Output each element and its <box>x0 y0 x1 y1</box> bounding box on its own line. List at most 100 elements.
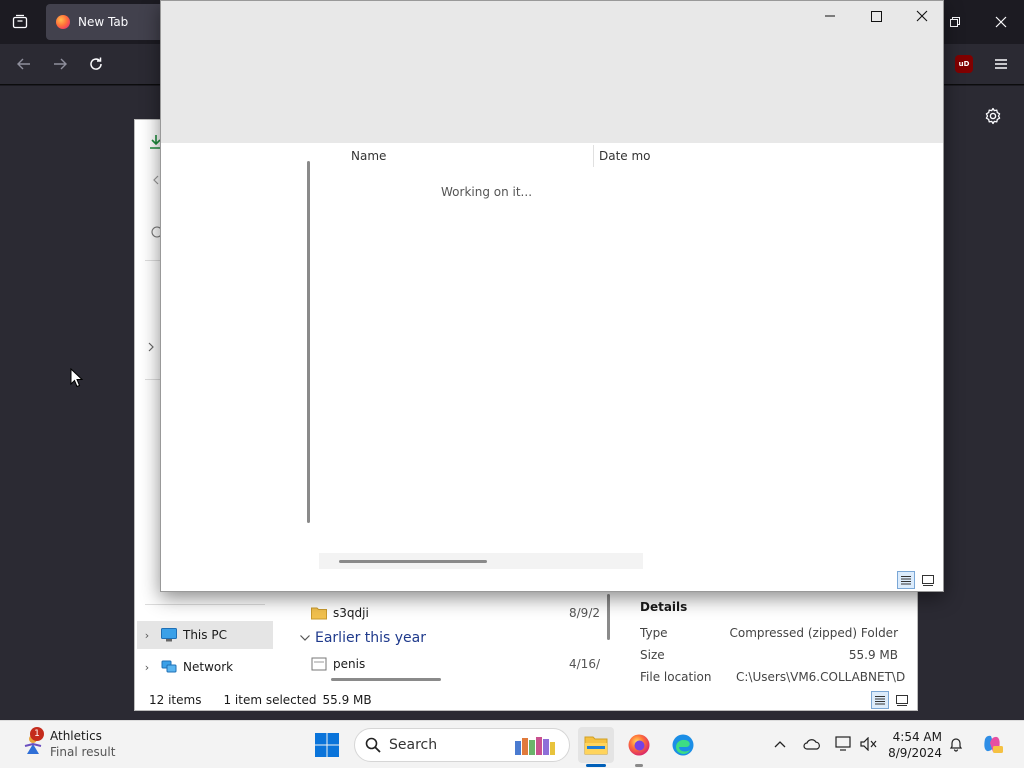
status-selection: 1 item selected <box>223 693 317 707</box>
widget-subtitle: Final result <box>50 745 116 759</box>
back-button[interactable] <box>12 52 36 76</box>
taskbar-firefox[interactable] <box>621 727 657 763</box>
show-hidden-icons-button[interactable] <box>769 733 791 755</box>
computer-icon <box>161 628 177 642</box>
vertical-scrollbar[interactable] <box>607 594 610 640</box>
nav-item-label: Network <box>183 660 234 674</box>
list-view-icon <box>901 576 911 585</box>
dialog-navigation-pane <box>161 143 303 563</box>
horizontal-scrollbar[interactable] <box>331 678 441 681</box>
file-date: 8/9/2 <box>569 606 600 620</box>
chevron-right-icon[interactable]: › <box>137 629 157 642</box>
details-view-button[interactable] <box>897 571 915 589</box>
tiles-view-button[interactable] <box>893 691 911 709</box>
speaker-muted-icon <box>860 737 877 751</box>
start-button[interactable] <box>314 732 340 758</box>
taskbar-search-box[interactable]: Search <box>354 728 570 762</box>
chevron-down-icon <box>300 635 310 641</box>
forward-button[interactable] <box>48 52 72 76</box>
file-name: penis <box>333 657 366 671</box>
dialog-header <box>161 1 943 143</box>
close-button[interactable] <box>899 1 943 31</box>
clock-date: 8/9/2024 <box>888 746 942 760</box>
restore-icon <box>950 17 960 27</box>
new-tab-settings-button[interactable] <box>981 104 1005 128</box>
details-value: C:\Users\VM6.COLLABNET\D <box>736 670 906 684</box>
gear-icon <box>985 107 1001 125</box>
details-row-type: Type Compressed (zipped) Folder <box>640 626 910 648</box>
nav-item-network[interactable]: › Network <box>137 653 273 681</box>
view-buttons <box>871 691 911 709</box>
tab-list-button[interactable] <box>8 10 32 34</box>
taskbar-edge[interactable] <box>665 727 701 763</box>
column-divider[interactable] <box>593 145 594 167</box>
status-size: 55.9 MB <box>322 693 372 707</box>
details-key: Size <box>640 648 665 662</box>
list-view-icon <box>875 696 885 705</box>
volume-button[interactable] <box>858 733 880 755</box>
browser-restore-button[interactable] <box>943 10 967 34</box>
view-buttons <box>897 571 937 589</box>
tile-view-icon <box>922 574 934 586</box>
details-value: 55.9 MB <box>848 648 898 662</box>
list-item[interactable]: penis 4/16/ <box>311 656 601 672</box>
details-row-size: Size 55.9 MB <box>640 648 910 670</box>
network-status-button[interactable] <box>833 733 855 755</box>
reload-button[interactable] <box>84 52 108 76</box>
close-icon <box>995 16 1007 28</box>
widgets-button[interactable]: 1 Athletics Final result <box>20 727 150 763</box>
copilot-button[interactable] <box>980 733 1004 755</box>
list-item[interactable]: s3qdji 8/9/2 <box>311 602 601 624</box>
scrollbar-thumb[interactable] <box>339 560 487 563</box>
clock[interactable]: 4:54 AM 8/9/2024 <box>886 729 942 761</box>
edge-icon <box>672 734 694 756</box>
file-date: 4/16/ <box>569 657 600 671</box>
details-pane: Details Type Compressed (zipped) Folder … <box>640 600 910 690</box>
minimize-icon <box>825 15 835 17</box>
tiles-view-button[interactable] <box>919 571 937 589</box>
search-highlight-icon <box>515 737 555 755</box>
notifications-button[interactable] <box>945 733 967 755</box>
file-list: s3qdji 8/9/2 Earlier this year penis 4/1… <box>291 594 610 688</box>
widget-title: Athletics <box>50 729 102 743</box>
chevron-right-icon[interactable]: › <box>137 661 157 674</box>
details-view-button[interactable] <box>871 691 889 709</box>
notification-badge: 1 <box>30 727 44 741</box>
nav-divider <box>145 604 265 605</box>
running-indicator <box>586 764 606 767</box>
minimize-button[interactable] <box>807 1 853 31</box>
chevron-up-icon <box>774 741 786 748</box>
running-indicator <box>635 764 643 767</box>
file-name: s3qdji <box>333 606 369 620</box>
browser-close-button[interactable] <box>989 10 1013 34</box>
search-label: Search <box>389 737 438 753</box>
details-row-location: File location C:\Users\VM6.COLLABNET\D <box>640 670 910 690</box>
ublock-origin-button[interactable]: uD <box>955 55 973 73</box>
file-dialog-window: Name Date mo Working on it... <box>160 0 944 592</box>
tab-title: New Tab <box>78 15 129 29</box>
tab-new-tab[interactable]: New Tab <box>46 4 166 40</box>
taskbar-file-explorer[interactable] <box>578 727 614 763</box>
details-key: Type <box>640 626 668 640</box>
clock-time: 4:54 AM <box>892 730 942 744</box>
loading-message: Working on it... <box>441 185 533 199</box>
app-menu-button[interactable] <box>989 52 1013 76</box>
copilot-icon <box>984 735 1003 753</box>
onedrive-button[interactable] <box>801 733 823 755</box>
status-bar: 12 items 1 item selected 55.9 MB <box>135 688 917 710</box>
nav-item-this-pc[interactable]: › This PC <box>137 621 273 649</box>
group-header[interactable]: Earlier this year <box>299 630 426 646</box>
horizontal-scrollbar[interactable] <box>319 553 643 569</box>
dialog-file-list: Name Date mo Working on it... <box>303 143 651 569</box>
bell-icon <box>949 738 963 752</box>
column-header-name[interactable]: Name <box>351 149 386 163</box>
cloud-icon <box>803 739 820 750</box>
mouse-cursor-icon <box>70 368 84 388</box>
maximize-button[interactable] <box>853 1 899 31</box>
chevron-right-icon[interactable] <box>147 342 155 352</box>
column-header-date-modified[interactable]: Date mo <box>599 149 651 163</box>
vertical-scrollbar[interactable] <box>307 161 310 523</box>
arrow-right-icon <box>54 58 67 70</box>
firefox-icon <box>56 15 70 29</box>
arrow-left-icon <box>17 58 30 70</box>
